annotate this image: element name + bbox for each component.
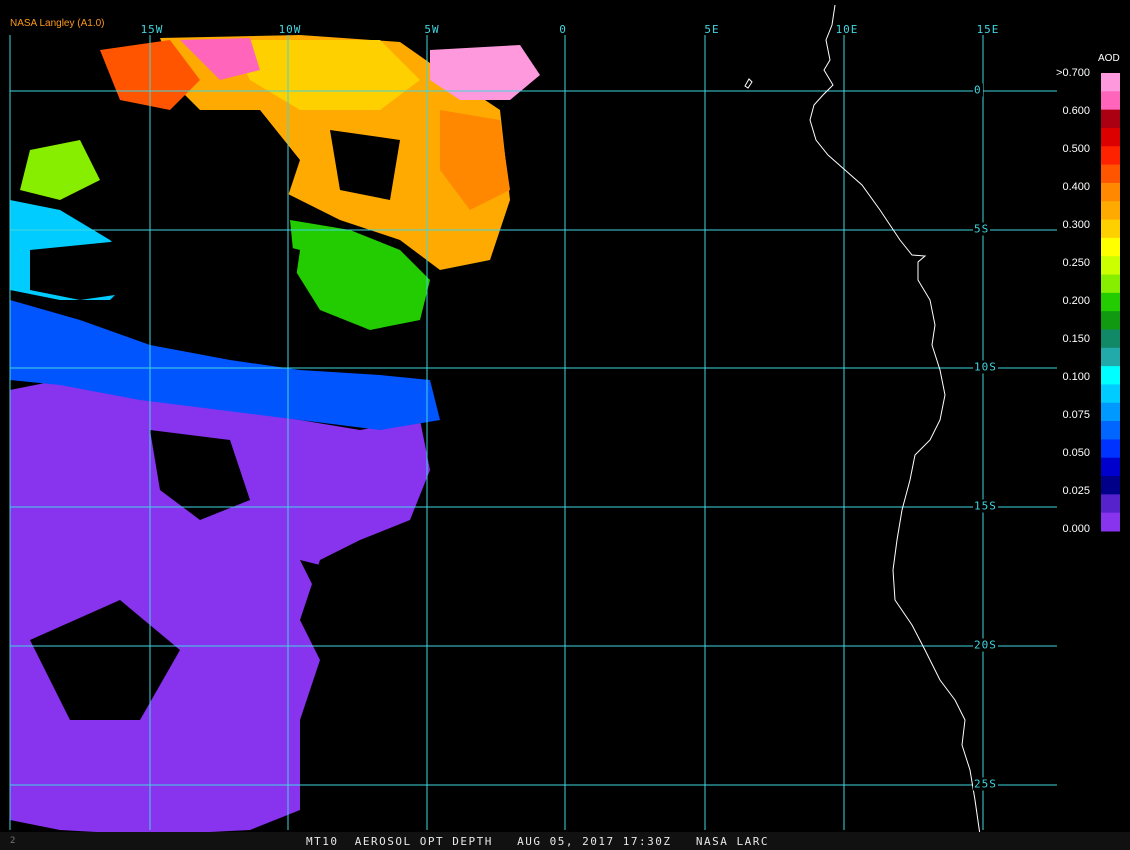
- legend-tick-label: 0.600: [1062, 105, 1090, 117]
- lon-label: 0: [559, 23, 567, 36]
- legend-swatch: [1101, 219, 1120, 239]
- legend-swatch: [1101, 384, 1120, 404]
- aod-color-bar: [1101, 73, 1120, 532]
- legend-swatch: [1101, 512, 1120, 532]
- legend-tick-label: 0.150: [1062, 333, 1090, 345]
- island: [744, 78, 753, 89]
- legend-swatch: [1101, 73, 1120, 92]
- legend-swatch: [1101, 311, 1120, 330]
- legend-tick-label: >0.700: [1056, 67, 1090, 79]
- lon-label: 10E: [835, 23, 859, 36]
- legend-tick-label: 0.500: [1062, 143, 1090, 155]
- legend-swatch: [1101, 476, 1120, 495]
- legend-swatch: [1101, 421, 1120, 440]
- lon-label: 15E: [976, 23, 1000, 36]
- lat-label: 20S: [973, 638, 998, 652]
- lon-label: 10W: [278, 23, 302, 36]
- legend-swatch: [1101, 347, 1120, 367]
- legend-swatch: [1101, 237, 1120, 257]
- legend-swatch: [1101, 146, 1120, 166]
- legend-swatch: [1101, 292, 1120, 312]
- legend-tick-label: 0.100: [1062, 371, 1090, 383]
- corner-mark: 2: [10, 836, 16, 846]
- legend-swatch: [1101, 439, 1120, 459]
- lat-label: 10S: [973, 360, 998, 374]
- legend-swatch: [1101, 109, 1120, 129]
- legend-tick-label: 0.250: [1062, 257, 1090, 269]
- lat-label: 25S: [973, 777, 998, 791]
- legend-title: AOD: [1098, 53, 1120, 64]
- legend-swatch: [1101, 201, 1120, 221]
- aod-map: [9, 4, 1120, 849]
- lon-label: 15W: [140, 23, 164, 36]
- legend-swatch: [1101, 91, 1120, 111]
- legend-swatch: [1101, 256, 1120, 276]
- lon-label: 5E: [704, 23, 720, 36]
- lat-label: 5S: [973, 222, 991, 236]
- legend-swatch: [1101, 164, 1120, 184]
- legend-swatch: [1101, 402, 1120, 422]
- lon-label: 5W: [424, 23, 440, 36]
- lat-label: 15S: [973, 499, 998, 513]
- lat-label: 0: [973, 83, 983, 97]
- legend-swatch: [1101, 366, 1120, 385]
- legend-swatch: [1101, 274, 1120, 294]
- africa-coastline: [809, 4, 991, 849]
- legend-swatch: [1101, 182, 1120, 202]
- footer-caption: MT10 AEROSOL OPT DEPTH AUG 05, 2017 17:3…: [306, 835, 769, 848]
- brand-label: NASA Langley (A1.0): [10, 18, 105, 29]
- legend-tick-label: 0.200: [1062, 295, 1090, 307]
- legend-tick-label: 0.025: [1062, 485, 1090, 497]
- aerosol-field: [10, 35, 540, 835]
- legend-tick-label: 0.050: [1062, 447, 1090, 459]
- legend-tick-label: 0.000: [1062, 523, 1090, 535]
- legend-tick-label: 0.400: [1062, 181, 1090, 193]
- legend-tick-label: 0.300: [1062, 219, 1090, 231]
- legend-swatch: [1101, 457, 1120, 477]
- legend-swatch: [1101, 127, 1120, 147]
- legend-swatch: [1101, 494, 1120, 514]
- legend-tick-label: 0.075: [1062, 409, 1090, 421]
- legend-swatch: [1101, 329, 1120, 349]
